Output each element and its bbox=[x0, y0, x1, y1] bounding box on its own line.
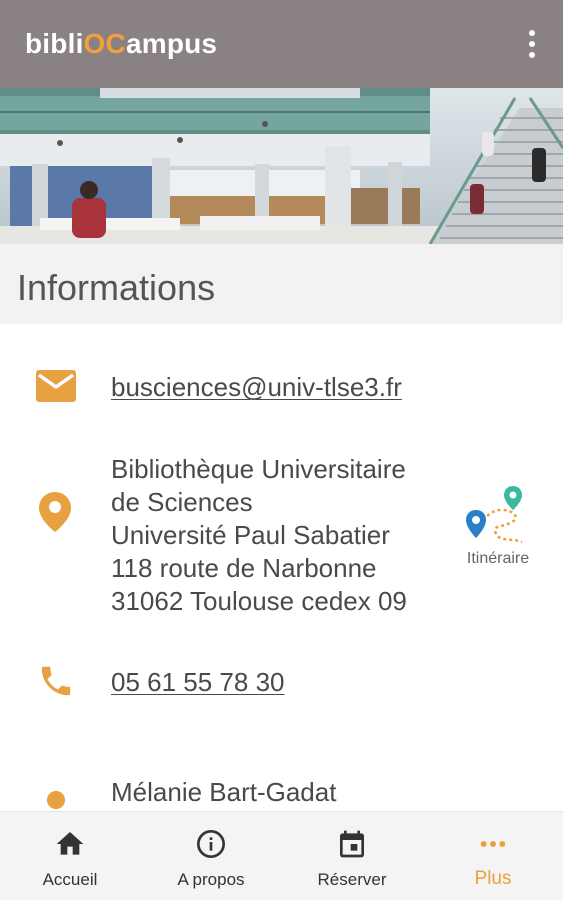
address-line: 31062 Toulouse cedex 09 bbox=[111, 586, 407, 616]
route-map-icon bbox=[466, 486, 523, 544]
app-title-prefix: bibli bbox=[25, 28, 84, 59]
nav-label: A propos bbox=[177, 870, 245, 889]
info-icon bbox=[197, 830, 225, 858]
itinerary-label: Itinéraire bbox=[466, 550, 530, 567]
phone-link[interactable]: 05 61 55 78 30 bbox=[111, 666, 285, 699]
home-icon bbox=[56, 832, 84, 855]
address-line: de Sciences bbox=[111, 487, 253, 517]
library-hero-image bbox=[0, 88, 563, 244]
nav-item-a-propos[interactable]: A propos bbox=[141, 812, 281, 900]
nav-item-plus[interactable]: Plus bbox=[423, 812, 563, 900]
app-bar: bibliOCampus bbox=[0, 0, 563, 88]
section-header: Informations bbox=[0, 244, 563, 324]
person-icon bbox=[47, 791, 65, 809]
address-line: 118 route de Narbonne bbox=[111, 553, 377, 583]
app-title-accent: OC bbox=[83, 28, 126, 59]
address-block: Bibliothèque Universitaire de Sciences U… bbox=[111, 453, 407, 618]
address-line: Université Paul Sabatier bbox=[111, 520, 390, 550]
nav-item-accueil[interactable]: Accueil bbox=[0, 812, 140, 900]
overflow-menu-icon[interactable] bbox=[515, 26, 549, 62]
contact-info: busciences@univ-tlse3.fr Bibliothèque Un… bbox=[0, 324, 563, 811]
nav-label: Plus bbox=[474, 868, 512, 889]
more-horiz-icon bbox=[480, 841, 506, 847]
itinerary-button[interactable]: Itinéraire bbox=[458, 484, 538, 572]
location-pin-icon bbox=[39, 492, 71, 532]
email-link[interactable]: busciences@univ-tlse3.fr bbox=[111, 371, 402, 404]
email-icon bbox=[36, 370, 76, 402]
page-title: Informations bbox=[17, 267, 216, 308]
address-line: Bibliothèque Universitaire bbox=[111, 454, 406, 484]
bottom-navigation: Accueil A propos Réserver Plus bbox=[0, 811, 563, 900]
calendar-icon bbox=[340, 830, 364, 858]
phone-icon bbox=[41, 666, 71, 696]
nav-label: Réserver bbox=[317, 870, 387, 889]
app-title-suffix: ampus bbox=[125, 28, 218, 59]
nav-item-reserver[interactable]: Réserver bbox=[282, 812, 422, 900]
nav-label: Accueil bbox=[42, 870, 98, 889]
app-title: bibliOCampus bbox=[25, 28, 217, 60]
contact-person: Mélanie Bart-Gadat bbox=[111, 777, 337, 807]
